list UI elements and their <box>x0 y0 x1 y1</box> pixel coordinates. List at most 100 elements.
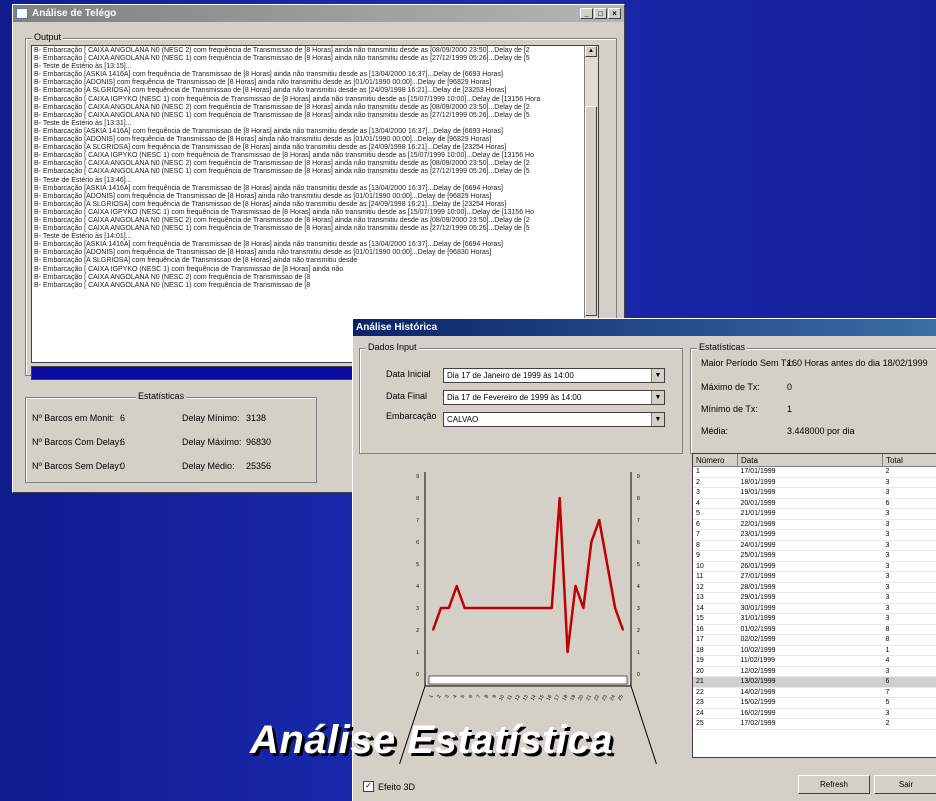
x-tick-label: 1 <box>428 694 435 700</box>
y-tick-label-right: 7 <box>637 518 640 524</box>
efeito-3d-checkbox[interactable]: ✓ Efeito 3D <box>363 781 415 792</box>
data-final-value: Dia 17 de Fevereiro de 1999 às 14:00 <box>447 393 582 402</box>
cell-total: 3 <box>882 603 936 614</box>
maximo-tx-value: 0 <box>787 382 793 392</box>
cell-numero: 8 <box>693 540 738 551</box>
refresh-button[interactable]: Refresh <box>798 775 870 794</box>
table-row[interactable]: 5 21/01/1999 3 <box>693 508 936 520</box>
chart-point <box>535 607 537 609</box>
minimize-icon[interactable]: _ <box>580 8 593 19</box>
stats-label-2: Estatísticas <box>697 342 748 352</box>
data-final-select[interactable]: Dia 17 de Fevereiro de 1999 às 14:00 ▼ <box>443 390 665 405</box>
cell-data: 11/02/1999 <box>737 655 883 667</box>
embarcacao-value: CALVAO <box>447 415 479 424</box>
title-bar[interactable]: Análise de Telégo _ □ × <box>13 5 624 22</box>
cell-data: 23/01/1999 <box>737 529 883 541</box>
y-tick-label-right: 2 <box>637 628 640 634</box>
slide-caption: Análise Estatística <box>250 718 613 762</box>
cell-data: 17/02/1999 <box>737 718 883 730</box>
log-line: B- Embarcação [ADONIS] com frequência de… <box>34 136 492 144</box>
table-row[interactable]: 1 17/01/1999 2 <box>693 466 936 478</box>
checkbox-checked-icon[interactable]: ✓ <box>363 781 374 792</box>
chart-point <box>550 607 553 609</box>
table-row[interactable]: 12 28/01/1999 3 <box>693 582 936 593</box>
history-rows: 1 17/01/1999 2 2 18/01/1999 3 3 19/01/1999 3 4 20/… <box>693 466 936 730</box>
col-numero[interactable]: Número <box>693 454 738 467</box>
table-row[interactable]: 24 16/02/1999 3 <box>693 708 936 719</box>
chart-point <box>558 497 561 499</box>
log-line: B- Embarcação [ASKIA 1416A] com frequênc… <box>34 71 503 79</box>
chevron-down-icon[interactable]: ▼ <box>651 391 664 404</box>
chart-point <box>511 607 513 609</box>
close-icon[interactable]: × <box>608 8 621 19</box>
log-scrollbar[interactable]: ▲ <box>584 46 598 362</box>
cell-total: 8 <box>882 634 936 646</box>
minimo-tx-value: 1 <box>787 404 793 414</box>
table-row[interactable]: 8 24/01/1999 3 <box>693 540 936 551</box>
table-row[interactable]: 20 12/02/1999 3 <box>693 666 936 677</box>
table-row[interactable]: 17 02/02/1999 8 <box>693 634 936 646</box>
table-row[interactable]: 11 27/01/1999 3 <box>693 571 936 583</box>
table-row[interactable]: 4 20/01/1999 6 <box>693 498 936 509</box>
maior-periodo-label: Maior Período Sem Tx: <box>701 358 794 368</box>
data-final-label: Data Final <box>386 391 428 401</box>
cell-data: 17/01/1999 <box>737 466 883 478</box>
cell-data: 30/01/1999 <box>737 603 883 614</box>
log-line: B- Embarcação [ASKIA 1416A] com frequênc… <box>34 127 503 135</box>
log-line: B- Embarcação [ASKIA 1416A] com frequênc… <box>34 184 503 192</box>
table-row[interactable]: 7 23/01/1999 3 <box>693 529 936 541</box>
table-row[interactable]: 22 14/02/1999 7 <box>693 687 936 698</box>
table-row[interactable]: 2 18/01/1999 3 <box>693 477 936 488</box>
cell-total: 8 <box>882 624 936 635</box>
scroll-thumb[interactable] <box>585 106 597 316</box>
chevron-down-icon[interactable]: ▼ <box>651 369 664 382</box>
data-inicial-select[interactable]: Dia 17 de Janeiro de 1999 às 14:00 ▼ <box>443 368 665 383</box>
y-tick-label-left: 5 <box>416 562 419 568</box>
col-total[interactable]: Total <box>882 454 936 467</box>
output-log[interactable]: B- Embarcação [ CAIXA ANGOLANA N0 (NESC … <box>31 45 599 363</box>
cell-total: 3 <box>882 592 936 604</box>
cell-total: 1 <box>882 645 936 656</box>
cell-data: 22/01/1999 <box>737 519 883 530</box>
table-row[interactable]: 9 25/01/1999 3 <box>693 550 936 562</box>
sair-button[interactable]: Sair <box>874 775 936 794</box>
y-tick-label-left: 6 <box>416 540 419 546</box>
table-row[interactable]: 14 30/01/1999 3 <box>693 603 936 614</box>
y-tick-label-right: 6 <box>637 540 640 546</box>
table-row[interactable]: 3 19/01/1999 3 <box>693 487 936 499</box>
table-row[interactable]: 18 10/02/1999 1 <box>693 645 936 656</box>
stats-group-1: Estatísticas Nº Barcos em Monit: 6 Delay… <box>25 391 317 483</box>
output-label: Output <box>32 32 64 42</box>
x-tick-label: 16 <box>546 694 554 702</box>
table-row[interactable]: 21 13/02/1999 6 <box>693 676 936 688</box>
y-tick-label-right: 4 <box>637 584 640 590</box>
log-line: B- Embarcação [ADONIS] com frequência de… <box>34 192 492 200</box>
history-grid: Número Data Total 1 17/01/1999 2 2 18/01/199… <box>693 454 936 730</box>
maximo-tx-label: Máximo de Tx: <box>701 382 760 392</box>
cell-numero: 15 <box>693 613 738 625</box>
table-row[interactable]: 23 15/02/1999 5 <box>693 697 936 709</box>
maximize-icon[interactable]: □ <box>594 8 607 19</box>
table-row[interactable]: 10 26/01/1999 3 <box>693 561 936 572</box>
table-row[interactable]: 25 17/02/1999 2 <box>693 718 936 730</box>
history-table[interactable]: Número Data Total 1 17/01/1999 2 2 18/01/199… <box>692 453 936 758</box>
chart-point <box>590 541 593 543</box>
embarcacao-select[interactable]: CALVAO ▼ <box>443 412 665 427</box>
scroll-up-icon[interactable]: ▲ <box>585 46 597 57</box>
cell-data: 16/02/1999 <box>737 708 883 719</box>
table-row[interactable]: 19 11/02/1999 4 <box>693 655 936 667</box>
cell-total: 3 <box>882 708 936 719</box>
log-line: B- Embarcação [ CAIXA IGPYKO (NESC 1) co… <box>34 208 534 216</box>
table-row[interactable]: 13 29/01/1999 3 <box>693 592 936 604</box>
title-bar-2[interactable]: Análise Histórica <box>353 319 936 336</box>
col-data[interactable]: Data <box>737 454 883 467</box>
chevron-down-icon[interactable]: ▼ <box>651 413 664 426</box>
table-row[interactable]: 15 31/01/1999 3 <box>693 613 936 625</box>
table-row[interactable]: 16 01/02/1999 8 <box>693 624 936 635</box>
chart-point <box>440 607 442 609</box>
chart-point <box>566 651 569 653</box>
stat-delay-medio-value: 25356 <box>246 461 272 471</box>
chart-point <box>455 585 458 587</box>
embarcacao-label: Embarcação <box>386 411 437 421</box>
table-row[interactable]: 6 22/01/1999 3 <box>693 519 936 530</box>
